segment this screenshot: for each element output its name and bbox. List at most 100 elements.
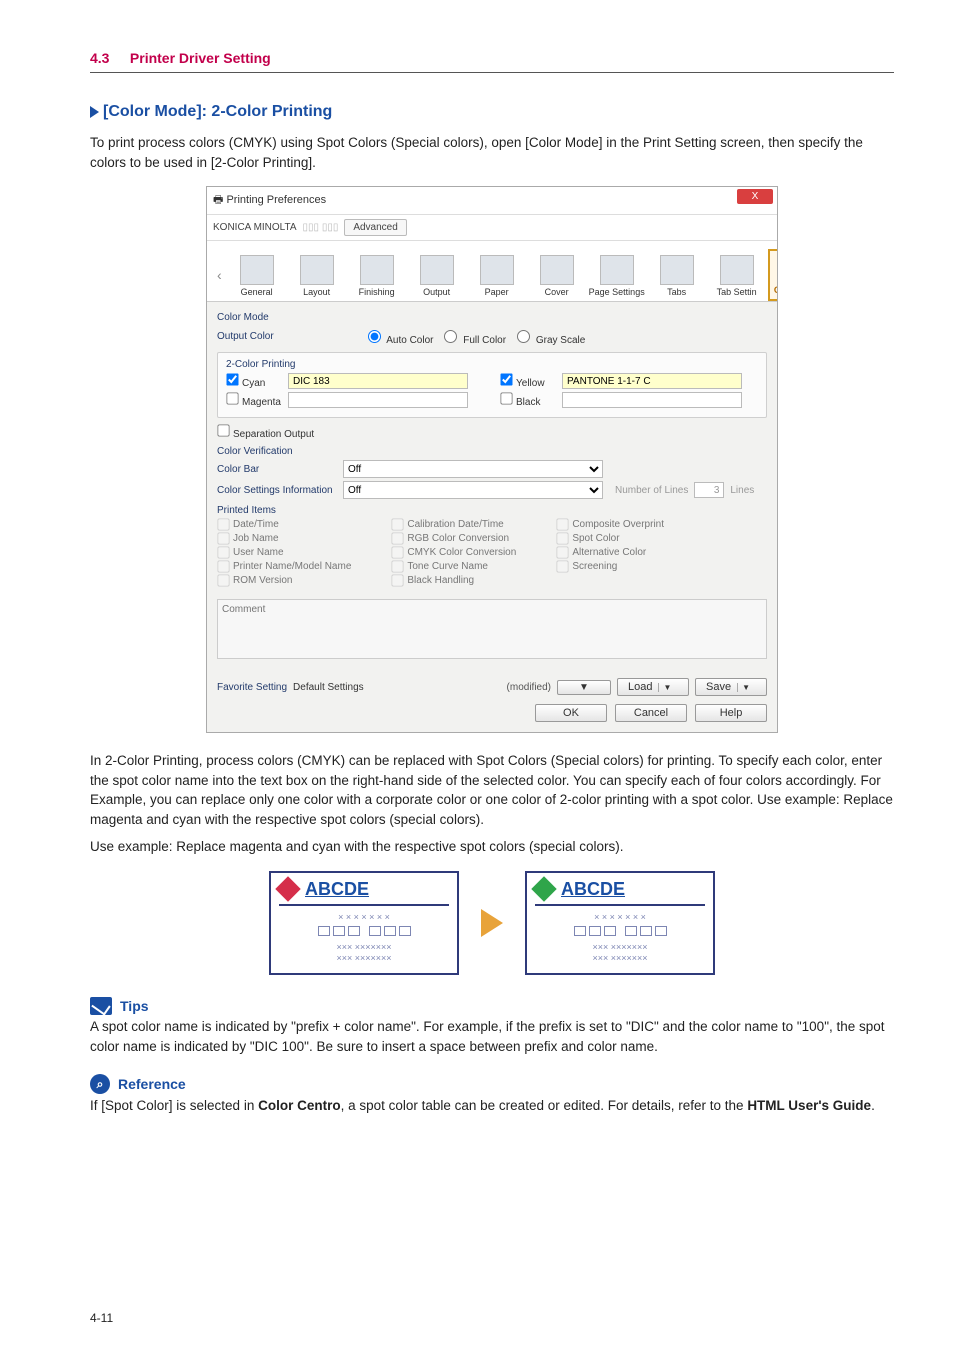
tab-paper-icon [480,255,514,285]
topic-heading: [Color Mode]: 2-Color Printing [90,103,894,121]
csi-num-unit: Lines [730,485,754,496]
section-title: Printer Driver Setting [130,50,271,66]
pi-printer-model[interactable]: Printer Name/Model Name [217,560,351,573]
output-color-row: Output Color Auto Color Full Color Gray … [217,327,767,346]
tab-output[interactable]: Output [408,253,466,301]
tab-cover[interactable]: Cover [528,253,586,301]
save-button[interactable]: Save▼ [695,678,767,696]
pi-rom-version[interactable]: ROM Version [217,574,351,587]
tips-icon [90,997,112,1015]
topic-heading-text: [Color Mode]: 2-Color Printing [103,103,332,120]
pi-rgb-conv[interactable]: RGB Color Conversion [391,532,516,545]
pi-user-name[interactable]: User Name [217,546,351,559]
pi-black-handling[interactable]: Black Handling [391,574,516,587]
magenta-checkbox[interactable]: Magenta [226,392,282,408]
favorite-value: Default Settings [293,682,364,693]
tab-tabs[interactable]: Tabs [648,253,706,301]
printed-items-columns: Date/Time Job Name User Name Printer Nam… [217,518,767,587]
pi-composite-overprint[interactable]: Composite Overprint [556,518,664,531]
example-card-after: ABCDE × × × × × × × ××× ××××××× ××× ××××… [525,871,715,975]
cyan-input[interactable] [288,373,468,389]
tab-tab-setting[interactable]: Tab Settin [708,253,766,301]
dialog-screenshot: 🖶 Printing Preferences X KONICA MINOLTA … [90,186,894,733]
example-diagram: ABCDE × × × × × × × ××× ××××××× ××× ××××… [90,871,894,975]
diamond-icon [531,877,556,902]
favorite-setting-row: Favorite Setting Default Settings (modif… [207,670,777,704]
color-verification-label: Color Verification [217,446,767,457]
pi-tone-curve[interactable]: Tone Curve Name [391,560,516,573]
printing-preferences-dialog: 🖶 Printing Preferences X KONICA MINOLTA … [206,186,778,733]
comment-textarea[interactable] [217,599,767,659]
arrow-right-icon [481,909,503,937]
cancel-button[interactable]: Cancel [615,704,687,722]
yellow-checkbox[interactable]: Yellow [500,373,556,389]
black-checkbox[interactable]: Black [500,392,556,408]
ok-button[interactable]: OK [535,704,607,722]
dialog-title: 🖶 Printing Preferences [213,194,326,206]
output-color-full[interactable]: Full Color [439,327,506,346]
pi-alt-color[interactable]: Alternative Color [556,546,664,559]
section-number: 4.3 [90,50,109,66]
section-header: 4.3 Printer Driver Setting [90,50,894,68]
page-number: 4-11 [90,1311,113,1325]
pi-date-time[interactable]: Date/Time [217,518,351,531]
csi-num-label: Number of Lines [615,485,688,496]
cyan-checkbox[interactable]: Cyan [226,373,282,389]
card-title: ABCDE [561,879,625,900]
separation-output-checkbox[interactable]: Separation Output [217,424,314,440]
tab-page-settings[interactable]: Page Settings [588,253,646,301]
tab-tabs-icon [660,255,694,285]
reference-icon: ⌕ [90,1074,110,1094]
tab-page-settings-icon [600,255,634,285]
output-color-gray[interactable]: Gray Scale [512,327,585,346]
color-bar-select[interactable]: Off [343,460,603,478]
brand-label: KONICA MINOLTA [213,222,297,233]
magenta-input[interactable] [288,392,468,408]
paragraph-after-screenshot: In 2-Color Printing, process colors (CMY… [90,751,894,829]
tab-finishing[interactable]: Finishing [348,253,406,301]
tab-layout[interactable]: Layout [288,253,346,301]
tab-output-icon [420,255,454,285]
tab-paper[interactable]: Paper [468,253,526,301]
advanced-tab[interactable]: Advanced [344,219,406,236]
close-button[interactable]: X [737,189,773,204]
load-button[interactable]: Load▼ [617,678,689,696]
csi-select[interactable]: Off [343,481,603,499]
csi-num-input [694,482,724,498]
black-input[interactable] [562,392,742,408]
help-button[interactable]: Help [695,704,767,722]
reference-heading: ⌕ Reference [90,1074,894,1094]
favorite-modified: (modified) [507,682,551,693]
color-mode-panel: Color Mode Output Color Auto Color Full … [207,302,777,670]
tabs-scroll-left[interactable]: ‹ [213,267,226,283]
two-color-printing-group: 2-Color Printing Cyan Yellow Magenta Bla… [217,352,767,418]
dialog-titlebar: 🖶 Printing Preferences X [207,187,777,215]
tab-finishing-icon [360,255,394,285]
pi-cmyk-conv[interactable]: CMYK Color Conversion [391,546,516,559]
reference-text: If [Spot Color] is selected in Color Cen… [90,1096,894,1116]
use-example-paragraph: Use example: Replace magenta and cyan wi… [90,837,894,857]
tab-strip: ‹ General Layout Finishing Output Paper … [207,241,777,302]
pi-job-name[interactable]: Job Name [217,532,351,545]
dialog-footer: OK Cancel Help [207,704,777,732]
tab-layout-icon [300,255,334,285]
header-divider [90,72,894,73]
pi-spot-color[interactable]: Spot Color [556,532,664,545]
tab-general[interactable]: General [228,253,286,301]
favorite-dropdown[interactable]: ▼ [557,680,611,695]
topic-arrow-icon [90,106,99,118]
pi-calib-date[interactable]: Calibration Date/Time [391,518,516,531]
printed-items-label: Printed Items [217,505,767,516]
diamond-icon [275,877,300,902]
output-color-auto[interactable]: Auto Color [363,327,433,346]
tab-cover-icon [540,255,574,285]
pi-screening[interactable]: Screening [556,560,664,573]
tab-color-mode[interactable]: Color Mode [768,249,777,301]
tab-general-icon [240,255,274,285]
two-color-group-label: 2-Color Printing [226,359,758,370]
reference-label: Reference [118,1076,186,1092]
brand-row: KONICA MINOLTA ▯▯▯ ▯▯▯ Advanced [207,215,777,241]
example-card-before: ABCDE × × × × × × × ××× ××××××× ××× ××××… [269,871,459,975]
color-bar-label: Color Bar [217,464,337,475]
yellow-input[interactable] [562,373,742,389]
